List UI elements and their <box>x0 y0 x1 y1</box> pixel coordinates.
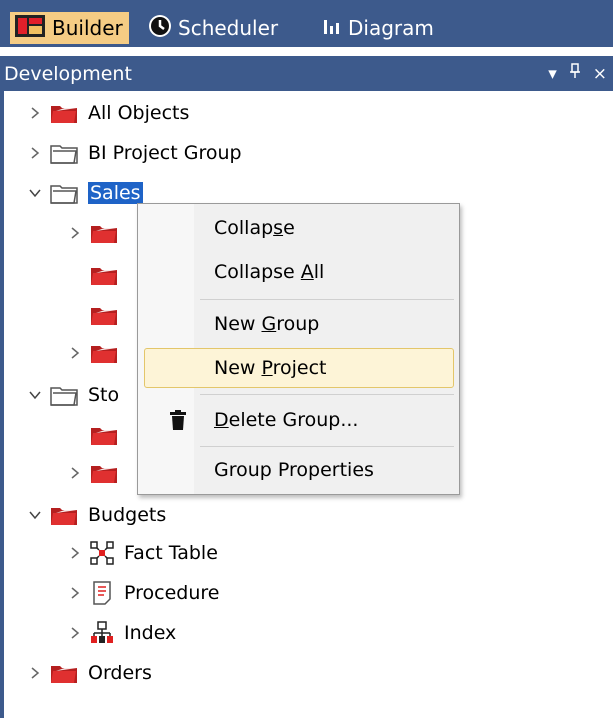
chevron-right-icon[interactable] <box>68 626 82 640</box>
clock-icon <box>148 14 172 43</box>
tree-node-sales[interactable]: Sales <box>28 177 143 209</box>
tree-node-sales-child-2[interactable] <box>90 259 128 291</box>
red-folder-icon <box>91 224 117 243</box>
red-folder-icon <box>91 426 117 445</box>
menu-item-label: Collapse All <box>214 261 325 283</box>
chevron-right-icon[interactable] <box>68 586 82 600</box>
red-folder-icon <box>51 664 77 683</box>
tree-node-sales-child-3[interactable] <box>90 299 128 331</box>
red-folder-icon <box>91 464 117 483</box>
tab-builder-label: Builder <box>52 16 123 40</box>
menu-separator <box>200 299 454 300</box>
chevron-right-icon[interactable] <box>68 546 82 560</box>
panel-title: Development <box>4 62 132 85</box>
tree-node-label: Fact Table <box>124 542 218 564</box>
menu-item-label: Collapse <box>214 217 295 239</box>
tab-scheduler-label: Scheduler <box>178 16 279 40</box>
menu-item-new-project[interactable]: New Project <box>144 348 454 388</box>
tree-node-label: All Objects <box>88 102 190 124</box>
tab-diagram-label: Diagram <box>348 16 434 40</box>
menu-item-group-properties[interactable]: Group Properties <box>144 450 454 490</box>
menu-item-label: Delete Group... <box>214 409 359 431</box>
folder-icon <box>50 185 78 204</box>
tree-node-sto[interactable]: Sto <box>28 379 119 411</box>
index-icon <box>91 621 113 643</box>
tree-node-budgets[interactable]: Budgets <box>28 499 166 531</box>
tree-node-label: Index <box>124 622 177 644</box>
tree-node-sto-child-1[interactable] <box>90 419 128 451</box>
chevron-right-icon[interactable] <box>28 666 42 680</box>
chevron-right-icon[interactable] <box>28 106 42 120</box>
panel-dropdown-icon[interactable]: ▾ <box>548 64 557 84</box>
procedure-icon <box>93 581 111 605</box>
chevron-down-icon[interactable] <box>28 508 42 522</box>
menu-item-label: Group Properties <box>214 459 374 481</box>
tree-node-sales-child-4[interactable] <box>68 337 128 369</box>
folder-icon <box>50 387 78 406</box>
chevron-right-icon[interactable] <box>68 346 82 360</box>
red-folder-icon <box>91 266 117 285</box>
menu-item-label: New Project <box>214 357 327 379</box>
menu-item-new-group[interactable]: New Group <box>144 304 454 344</box>
trash-icon <box>170 410 186 430</box>
menu-item-delete-group[interactable]: Delete Group... <box>144 400 454 440</box>
tree-node-fact-table[interactable]: Fact Table <box>68 537 218 569</box>
tab-bar: Builder Scheduler Diagram <box>0 0 613 47</box>
panel-controls: ▾ × <box>548 56 607 91</box>
menu-item-collapse-all[interactable]: Collapse All <box>144 252 454 292</box>
chevron-right-icon[interactable] <box>28 146 42 160</box>
tree-node-all-objects[interactable]: All Objects <box>28 97 189 129</box>
chevron-down-icon[interactable] <box>28 388 42 402</box>
tree-node-label: Sto <box>88 384 120 406</box>
chevron-right-icon[interactable] <box>68 226 82 240</box>
red-folder-icon <box>91 306 117 325</box>
context-menu: Collapse Collapse All New Group New Proj… <box>137 203 460 495</box>
pin-icon[interactable] <box>569 63 581 84</box>
panel-header: Development ▾ × <box>0 56 613 91</box>
tree-node-index[interactable]: Index <box>68 617 176 649</box>
builder-icon <box>14 14 46 43</box>
tree-node-label: Procedure <box>124 582 220 604</box>
tree-node-label: BI Project Group <box>88 142 242 164</box>
tree-node-sales-child-1[interactable] <box>68 217 128 249</box>
menu-separator <box>200 446 454 447</box>
tab-scheduler[interactable]: Scheduler <box>144 12 284 44</box>
fact-table-icon <box>90 541 114 565</box>
menu-item-collapse[interactable]: Collapse <box>144 208 454 248</box>
tree-node-procedure[interactable]: Procedure <box>68 577 219 609</box>
folder-icon <box>50 145 78 164</box>
red-folder-icon <box>51 104 77 123</box>
tree-node-sto-child-2[interactable] <box>68 457 128 489</box>
tree-node-label-selected: Sales <box>88 182 143 204</box>
tab-builder[interactable]: Builder <box>10 12 129 44</box>
chevron-right-icon[interactable] <box>68 466 82 480</box>
red-folder-icon <box>91 344 117 363</box>
tree-node-bi-project-group[interactable]: BI Project Group <box>28 137 242 169</box>
tab-diagram[interactable]: Diagram <box>318 12 440 44</box>
bar-chart-icon <box>322 16 342 41</box>
tree-node-label: Orders <box>88 662 152 684</box>
menu-item-label: New Group <box>214 313 320 335</box>
close-icon[interactable]: × <box>593 64 607 84</box>
chevron-down-icon[interactable] <box>28 186 42 200</box>
red-folder-icon <box>51 506 77 525</box>
tree-node-orders[interactable]: Orders <box>28 657 152 689</box>
menu-separator <box>200 394 454 395</box>
tree-node-label: Budgets <box>88 504 167 526</box>
